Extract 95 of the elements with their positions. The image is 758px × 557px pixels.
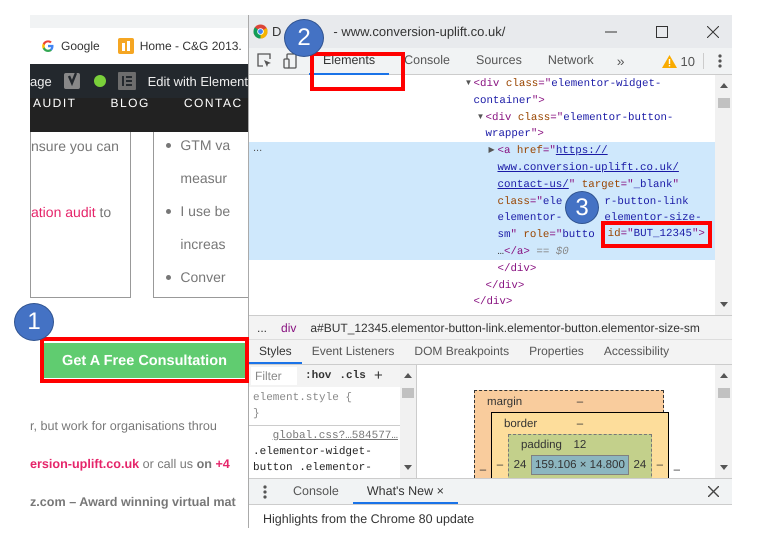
paragraph: ation audit to [31, 203, 112, 222]
expanded-triangle-icon[interactable]: ▼ [464, 75, 474, 92]
devtools-tab[interactable]: Console [393, 48, 461, 74]
nav-link[interactable]: CONTAC [184, 98, 243, 108]
style-rule-line: element.style { [252, 391, 354, 406]
chrome-icon [253, 24, 268, 39]
list-item-text: I use be [180, 202, 230, 221]
code-line: …</a> == $0 [497, 244, 569, 260]
code-line: elementor- [497, 211, 562, 226]
window-title: D [272, 24, 282, 39]
panel-tab[interactable]: Properties [519, 340, 594, 364]
text-link[interactable]: ersion-uplift.co.uk [30, 457, 140, 471]
warning-count[interactable]: 10 [680, 54, 695, 68]
nav-link[interactable]: AUDIT [33, 98, 76, 108]
code-line: </div> [473, 295, 512, 310]
panel-tab[interactable]: Accessibility [594, 340, 680, 364]
box-value: – [672, 464, 682, 476]
scrollbar[interactable] [715, 75, 732, 315]
panel-tab[interactable]: DOM Breakpoints [404, 340, 520, 364]
step-number-badge: 1 [14, 303, 54, 341]
code-line: r-button-link [604, 194, 689, 210]
code-line: www.conversion-uplift.co.uk/ [497, 160, 679, 176]
y-logo-icon[interactable] [64, 71, 82, 91]
close-icon[interactable] [708, 486, 719, 497]
box-value: 24 [512, 459, 528, 471]
style-rule-line: .elementor-widget- [252, 445, 373, 460]
scrollbar[interactable] [400, 365, 416, 478]
code-line: <a href="https:// [497, 144, 608, 160]
style-tool-button[interactable]: + [374, 368, 383, 384]
style-tool-button[interactable]: :hov [305, 370, 332, 382]
box-value: – [478, 464, 488, 476]
code-line: contact-us/" target="_blank" [497, 178, 679, 193]
code-line: </div> [497, 262, 536, 277]
selected-node-highlight[interactable]: ... ▶ <a href="https:// [249, 142, 715, 159]
box-value: 12 [574, 439, 586, 451]
paragraph: ersion-uplift.co.uk or call us on +4 [30, 456, 231, 473]
expanded-triangle-icon[interactable]: ▼ [476, 108, 486, 126]
bookmark-link[interactable]: Home - C&G 2013. [140, 39, 242, 53]
code-line: sm" role="butto [497, 228, 595, 244]
box-label: border [503, 418, 538, 430]
bookmark-link[interactable]: Google [61, 39, 100, 53]
drawer-tab[interactable]: Console [279, 479, 353, 504]
code-line: wrapper"> [485, 127, 544, 142]
google-icon [41, 39, 55, 53]
panel-tab[interactable]: Event Listeners [302, 340, 404, 364]
box-label: margin [486, 396, 522, 408]
devtools-tab[interactable]: Network [536, 48, 605, 74]
admin-bar-item[interactable]: age [30, 74, 52, 88]
code-line: </div> [485, 278, 524, 294]
list-item-text: increas [180, 235, 226, 254]
filter-field[interactable]: Filter [251, 367, 297, 385]
style-rule-line: } [252, 407, 261, 422]
paragraph: nsure you can [31, 137, 120, 156]
style-rule-line: button .elementor- [252, 461, 373, 476]
close-icon[interactable] [707, 26, 719, 38]
box-value: – [576, 418, 584, 430]
elementor-icon[interactable] [118, 72, 136, 90]
drawer-menu-icon[interactable] [263, 484, 267, 500]
code-line: class="ele [497, 194, 562, 210]
style-tool-button[interactable]: .cls [339, 370, 366, 382]
box-value: – [496, 459, 504, 471]
drawer-tab[interactable]: What's New × [352, 479, 458, 504]
paragraph: r, but work for organisations throu [30, 418, 218, 435]
content-box: 159.106 × 14.800 [531, 455, 629, 475]
admin-bar-item[interactable]: Edit with Element [148, 74, 248, 88]
breadcrumb[interactable]: a#BUT_12345.elementor-button-link.elementor-button.elementor-size-sm [310, 320, 700, 334]
text-link[interactable]: +4 [215, 457, 230, 471]
more-tabs-button[interactable]: » [616, 53, 624, 69]
text-link[interactable]: ation audit [31, 204, 96, 220]
maximize-icon[interactable] [656, 26, 668, 38]
list-item-text: measur [180, 169, 228, 188]
paragraph: z.com – Award winning virtual mat [30, 494, 237, 511]
more-options-icon[interactable] [718, 53, 722, 69]
node-options[interactable]: ... [253, 142, 262, 154]
whats-new-heading: Highlights from the Chrome 80 update [263, 512, 474, 526]
nav-link[interactable]: BLOG [110, 98, 150, 108]
window-title: - www.conversion-uplift.co.uk/ [333, 24, 506, 39]
status-dot [94, 75, 106, 87]
box-label: padding [520, 439, 562, 451]
collapsed-triangle-icon[interactable]: ▶ [488, 142, 498, 159]
box-value: 24 [632, 459, 648, 471]
list-item-text: Conver [180, 268, 226, 287]
breadcrumb[interactable]: ... [257, 320, 268, 334]
code-line: container"> [473, 94, 545, 109]
stylesheet-link[interactable]: global.css?…584577… [272, 430, 398, 442]
scrollbar[interactable] [715, 365, 732, 478]
list-item-text: GTM va [180, 136, 230, 155]
box-value: – [576, 396, 584, 408]
device-icon[interactable] [283, 53, 299, 69]
box-value: – [656, 459, 664, 471]
breadcrumb[interactable]: div [281, 320, 296, 334]
devtools-tab[interactable]: Sources [464, 48, 533, 74]
code-line: <div class="elementor-widget- [473, 77, 662, 92]
inspect-icon[interactable] [257, 53, 273, 69]
code-line: <div class="elementor-button- [485, 110, 674, 126]
